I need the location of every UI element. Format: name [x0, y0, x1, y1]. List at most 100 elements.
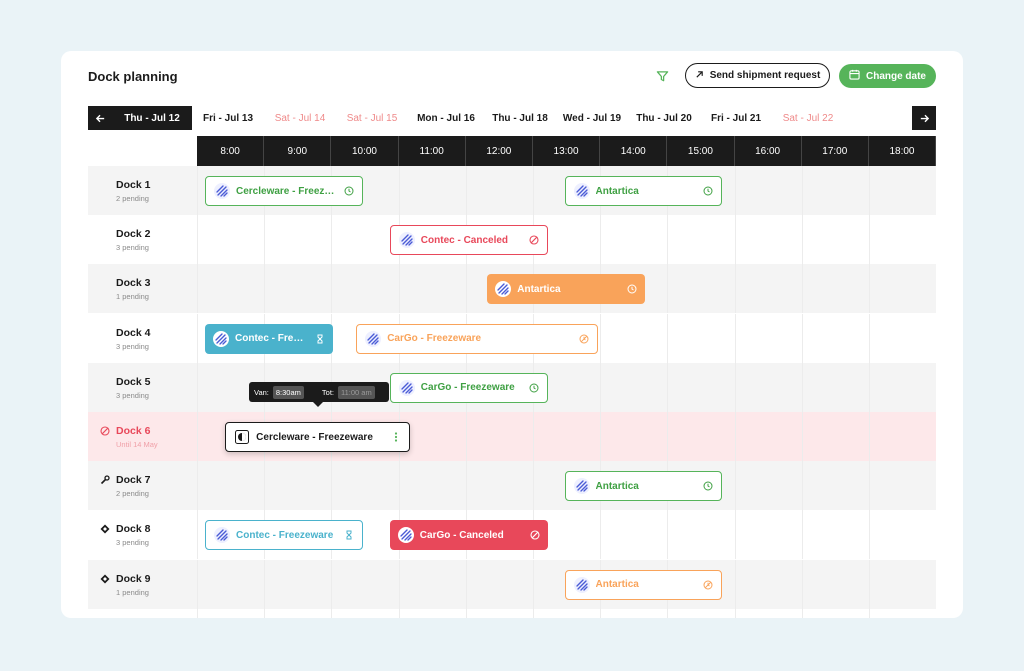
dock-pending: 2 pending	[116, 489, 149, 499]
grid-line	[734, 264, 736, 314]
slot-label: CarGo - Freezeware	[420, 382, 515, 394]
grid-line	[197, 559, 198, 609]
grid-line	[398, 264, 400, 314]
grid-line	[398, 608, 400, 618]
dock-name: Dock 6	[116, 425, 151, 437]
grid-line	[869, 313, 870, 363]
company-logo-icon	[573, 183, 590, 199]
hour-label: 18:00	[868, 136, 937, 166]
more-options-icon	[391, 432, 401, 442]
page-title: Dock planning	[88, 69, 178, 84]
clock-icon	[703, 481, 713, 491]
grid-line	[869, 559, 870, 609]
grid-line	[801, 461, 803, 511]
dock-row: Dock 1 2 pending Cercleware - Freezeware An…	[88, 166, 936, 215]
date-tab[interactable]: Sat - Jul 22	[772, 106, 844, 130]
booking-slot[interactable]: Contec - Freezeware	[205, 323, 333, 354]
grid-line	[869, 608, 870, 618]
grid-line	[197, 510, 198, 560]
date-tab[interactable]: Fri - Jul 21	[700, 106, 772, 130]
grid-line	[197, 313, 198, 363]
tooltip-van-value: 8:30am	[272, 385, 304, 399]
dock-pending: 3 pending	[116, 538, 149, 548]
booking-slot[interactable]: Contec - Freezeware	[205, 520, 363, 551]
slot-label: Antartica	[595, 185, 639, 197]
grid-line	[801, 510, 803, 560]
diamond-icon	[100, 523, 110, 535]
hourglass-icon	[344, 530, 354, 540]
grid-line	[869, 215, 870, 265]
grid-line	[801, 362, 803, 412]
tooltip-van-label: Van:	[254, 387, 269, 397]
hour-label: 17:00	[801, 136, 869, 166]
dock-name: Dock 1	[116, 179, 151, 191]
date-tab[interactable]: Mon - Jul 16	[408, 106, 484, 130]
grid-line	[667, 510, 669, 560]
dock-pending: 2 pending	[116, 194, 149, 203]
company-logo-icon	[234, 429, 250, 445]
hour-label: 15:00	[667, 136, 735, 166]
hour-label: 12:00	[465, 136, 533, 166]
date-bar: Thu - Jul 12 Fri - Jul 13 Sat - Jul 14 Sat …	[88, 106, 936, 130]
grid-line	[197, 166, 198, 215]
grid-line	[264, 461, 266, 511]
grid-line	[264, 215, 266, 265]
grid-line	[197, 215, 198, 265]
grid-line	[869, 461, 870, 511]
booking-slot[interactable]: Cercleware - Freezeware	[225, 422, 410, 452]
grid-line	[667, 215, 669, 265]
booking-slot[interactable]: CarGo - Freezeware	[389, 372, 548, 403]
booking-slot[interactable]: Contec - Canceled	[389, 225, 548, 256]
date-tab[interactable]: Wed - Jul 19	[556, 106, 628, 130]
date-tab[interactable]: Thu - Jul 18	[484, 106, 556, 130]
grid-line	[801, 608, 803, 618]
booking-slot[interactable]: Cercleware - Freezeware	[205, 176, 363, 206]
next-arrow-icon[interactable]	[912, 106, 936, 130]
change-date-button[interactable]: Change date	[839, 64, 936, 88]
grid-line	[734, 166, 736, 215]
clock-icon	[703, 186, 713, 196]
company-logo-icon	[573, 478, 590, 495]
date-tab[interactable]: Sat - Jul 15	[336, 106, 408, 130]
grid-line	[801, 313, 803, 363]
dock-row: Dock 3 1 pending Antartica	[88, 264, 936, 314]
date-tab[interactable]: Fri - Jul 13	[192, 106, 264, 130]
booking-slot[interactable]: CarGo - Canceled	[389, 520, 548, 551]
booking-slot[interactable]: CarGo - Freezeware	[356, 323, 599, 354]
booking-slot[interactable]: Antartica	[564, 471, 723, 502]
dock-row: Dock 4 3 pending Contec - Freezeware CarGo …	[88, 313, 936, 363]
grid-line	[600, 215, 602, 265]
booking-slot[interactable]: Antartica	[564, 176, 723, 206]
clock-icon	[627, 284, 637, 294]
date-tab[interactable]: Sat - Jul 14	[264, 106, 336, 130]
dock-name: Dock 8	[116, 523, 151, 536]
grid-line	[801, 215, 803, 265]
booking-slot[interactable]: Antartica	[564, 569, 723, 600]
arrow-up-right-icon	[695, 70, 704, 82]
grid-line	[667, 264, 669, 314]
date-tab[interactable]: Thu - Jul 12	[112, 106, 192, 130]
slot-label: Antartica	[517, 283, 561, 295]
tooltip-tot-value: 11:00 am	[338, 385, 375, 399]
hour-label: 13:00	[532, 136, 601, 166]
previous-arrow-icon[interactable]	[88, 106, 112, 130]
date-tab[interactable]: Thu - Jul 20	[628, 106, 700, 130]
grid-line	[465, 264, 467, 314]
hourglass-icon	[315, 334, 325, 344]
booking-slot[interactable]: Antartica	[487, 274, 646, 305]
hour-label: 14:00	[600, 136, 668, 166]
hour-label: 16:00	[734, 136, 802, 166]
grid-line	[264, 559, 266, 609]
company-logo-icon	[214, 183, 230, 199]
tooltip-tot-label: Tot:	[321, 387, 334, 397]
grid-line	[331, 215, 333, 265]
grid-line	[734, 215, 736, 265]
grid-line	[667, 313, 669, 363]
grid-line	[465, 461, 467, 511]
grid-line	[197, 412, 198, 461]
slot-label: Cercleware - Freezeware	[236, 185, 338, 197]
clock-icon	[344, 186, 354, 196]
dock-row: Dock 2 3 pending Contec - Canceled	[88, 215, 936, 265]
send-shipment-request-button[interactable]: Send shipment request	[685, 63, 830, 88]
filter-icon[interactable]	[653, 67, 671, 85]
